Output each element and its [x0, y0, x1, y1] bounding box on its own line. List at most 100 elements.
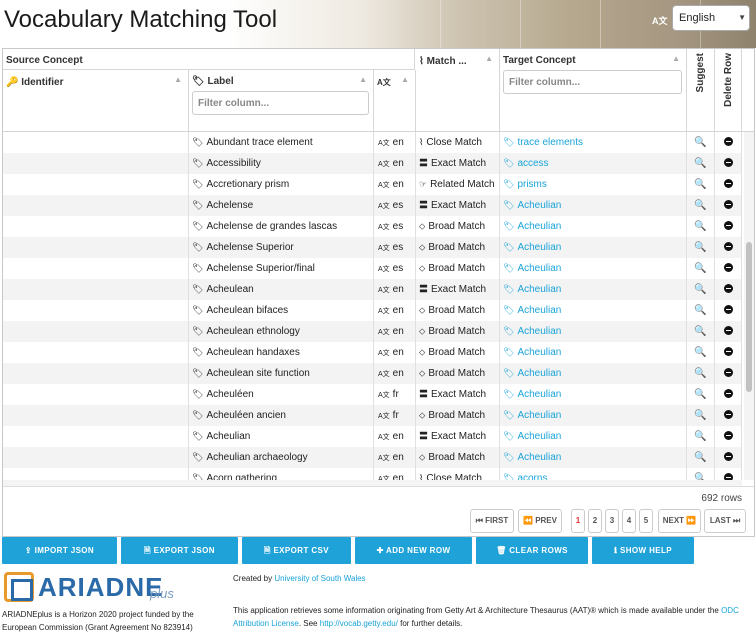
identifier-cell[interactable]	[3, 174, 189, 195]
match-header[interactable]: ⌇ Match ... ▲	[416, 49, 500, 132]
suggest-button[interactable]: 🔍	[687, 174, 715, 195]
table-row[interactable]: 🏷 Accessibility A文 en 〓 Exact Match 🏷 access 🔍	[3, 153, 742, 174]
target-cell[interactable]: 🏷 trace elements	[500, 132, 687, 153]
label-filter-input[interactable]: Filter column...	[192, 91, 369, 115]
target-cell[interactable]: 🏷 access	[500, 153, 687, 174]
getty-link[interactable]: http://vocab.getty.edu/	[320, 619, 398, 628]
label-header[interactable]: 🏷 Label ▲ Filter column...	[189, 70, 374, 132]
delete-row-button[interactable]	[715, 216, 742, 237]
label-cell[interactable]: 🏷 Achelense Superior	[189, 237, 374, 258]
suggest-button[interactable]: 🔍	[687, 363, 715, 384]
target-cell[interactable]: 🏷 Acheulian	[500, 447, 687, 468]
table-row[interactable]: 🏷 Acheulean bifaces A文 en ⬦ Broad Match 🏷 Acheu…	[3, 300, 742, 321]
delete-row-button[interactable]	[715, 447, 742, 468]
label-cell[interactable]: 🏷 Acheulean bifaces	[189, 300, 374, 321]
table-row[interactable]: 🏷 Acheuléen ancien A文 fr ⬦ Broad Match 🏷 Acheul…	[3, 405, 742, 426]
label-cell[interactable]: 🏷 Abundant trace element	[189, 132, 374, 153]
target-filter-input[interactable]: Filter column...	[503, 70, 682, 94]
next-page-button[interactable]: NEXT ⏩	[658, 509, 701, 533]
match-cell[interactable]: ⬦ Broad Match	[416, 237, 500, 258]
language-select[interactable]: English ▼	[672, 5, 750, 31]
language-cell[interactable]: A文 es	[374, 258, 416, 279]
language-cell[interactable]: A文 en	[374, 279, 416, 300]
match-cell[interactable]: ⬦ Broad Match	[416, 258, 500, 279]
match-cell[interactable]: 〓 Exact Match	[416, 384, 500, 405]
identifier-cell[interactable]	[3, 279, 189, 300]
page-3-button[interactable]: 3	[605, 509, 619, 533]
identifier-cell[interactable]	[3, 132, 189, 153]
identifier-cell[interactable]	[3, 258, 189, 279]
usw-link[interactable]: University of South Wales	[274, 574, 365, 583]
match-cell[interactable]: 〓 Exact Match	[416, 279, 500, 300]
scroll-thumb[interactable]	[746, 242, 752, 392]
language-cell[interactable]: A文 en	[374, 174, 416, 195]
language-cell[interactable]: A文 en	[374, 363, 416, 384]
identifier-cell[interactable]	[3, 237, 189, 258]
suggest-button[interactable]: 🔍	[687, 216, 715, 237]
identifier-cell[interactable]	[3, 216, 189, 237]
match-cell[interactable]: ⬦ Broad Match	[416, 300, 500, 321]
suggest-button[interactable]: 🔍	[687, 300, 715, 321]
identifier-cell[interactable]	[3, 321, 189, 342]
suggest-button[interactable]: 🔍	[687, 384, 715, 405]
suggest-button[interactable]: 🔍	[687, 426, 715, 447]
target-cell[interactable]: 🏷 Acheulian	[500, 363, 687, 384]
table-row[interactable]: 🏷 Acorn gathering A文 en ⌇ Close Match 🏷 acorns 🔍	[3, 468, 742, 480]
label-cell[interactable]: 🏷 Acheuléen ancien	[189, 405, 374, 426]
suggest-button[interactable]: 🔍	[687, 132, 715, 153]
delete-row-button[interactable]	[715, 132, 742, 153]
language-cell[interactable]: A文 en	[374, 426, 416, 447]
delete-row-button[interactable]	[715, 342, 742, 363]
import-json-button[interactable]: ⇪ IMPORT JSON	[2, 537, 117, 564]
target-cell[interactable]: 🏷 Acheulian	[500, 384, 687, 405]
prev-page-button[interactable]: ⏪ PREV	[518, 509, 562, 533]
vertical-scrollbar[interactable]	[744, 132, 754, 480]
table-row[interactable]: 🏷 Acheulian archaeology A文 en ⬦ Broad Match 🏷 A…	[3, 447, 742, 468]
target-cell[interactable]: 🏷 Acheulian	[500, 426, 687, 447]
table-row[interactable]: 🏷 Acheulian A文 en 〓 Exact Match 🏷 Acheulian 🔍	[3, 426, 742, 447]
identifier-cell[interactable]	[3, 153, 189, 174]
label-cell[interactable]: 🏷 Acorn gathering	[189, 468, 374, 480]
table-row[interactable]: 🏷 Achelense Superior A文 es ⬦ Broad Match 🏷 Ache…	[3, 237, 742, 258]
sort-icon[interactable]: ▲	[485, 54, 493, 63]
target-cell[interactable]: 🏷 Acheulian	[500, 279, 687, 300]
page-2-button[interactable]: 2	[588, 509, 602, 533]
language-cell[interactable]: A文 en	[374, 132, 416, 153]
language-cell[interactable]: A文 en	[374, 321, 416, 342]
match-cell[interactable]: ☞ Related Match	[416, 174, 500, 195]
identifier-cell[interactable]	[3, 468, 189, 480]
page-5-button[interactable]: 5	[639, 509, 653, 533]
identifier-cell[interactable]	[3, 300, 189, 321]
table-row[interactable]: 🏷 Achelense A文 es 〓 Exact Match 🏷 Acheulian 🔍	[3, 195, 742, 216]
add-row-button[interactable]: ✚ ADD NEW ROW	[355, 537, 472, 564]
delete-row-button[interactable]	[715, 237, 742, 258]
language-cell[interactable]: A文 fr	[374, 384, 416, 405]
language-cell[interactable]: A文 fr	[374, 405, 416, 426]
delete-row-button[interactable]	[715, 258, 742, 279]
label-cell[interactable]: 🏷 Accessibility	[189, 153, 374, 174]
language-cell[interactable]: A文 en	[374, 447, 416, 468]
match-cell[interactable]: 〓 Exact Match	[416, 153, 500, 174]
delete-row-button[interactable]	[715, 363, 742, 384]
label-cell[interactable]: 🏷 Achelense Superior/final	[189, 258, 374, 279]
table-row[interactable]: 🏷 Accretionary prism A文 en ☞ Related Match 🏷 pr…	[3, 174, 742, 195]
page-1-button[interactable]: 1	[571, 509, 585, 533]
table-row[interactable]: 🏷 Acheulean handaxes A文 en ⬦ Broad Match 🏷 Ache…	[3, 342, 742, 363]
first-page-button[interactable]: ⏮ FIRST	[470, 509, 514, 533]
match-cell[interactable]: ⌇ Close Match	[416, 468, 500, 480]
page-4-button[interactable]: 4	[622, 509, 636, 533]
target-cell[interactable]: 🏷 Acheulian	[500, 300, 687, 321]
delete-row-button[interactable]	[715, 153, 742, 174]
delete-row-button[interactable]	[715, 426, 742, 447]
clear-rows-button[interactable]: 🗑 CLEAR ROWS	[476, 537, 588, 564]
label-cell[interactable]: 🏷 Acheuléen	[189, 384, 374, 405]
suggest-button[interactable]: 🔍	[687, 279, 715, 300]
delete-row-button[interactable]	[715, 174, 742, 195]
delete-row-button[interactable]	[715, 405, 742, 426]
suggest-button[interactable]: 🔍	[687, 447, 715, 468]
delete-row-button[interactable]	[715, 384, 742, 405]
target-cell[interactable]: 🏷 Acheulian	[500, 237, 687, 258]
table-row[interactable]: 🏷 Acheulean A文 en 〓 Exact Match 🏷 Acheulian 🔍	[3, 279, 742, 300]
suggest-button[interactable]: 🔍	[687, 468, 715, 480]
table-row[interactable]: 🏷 Achelense de grandes lascas A文 es ⬦ Broad M…	[3, 216, 742, 237]
